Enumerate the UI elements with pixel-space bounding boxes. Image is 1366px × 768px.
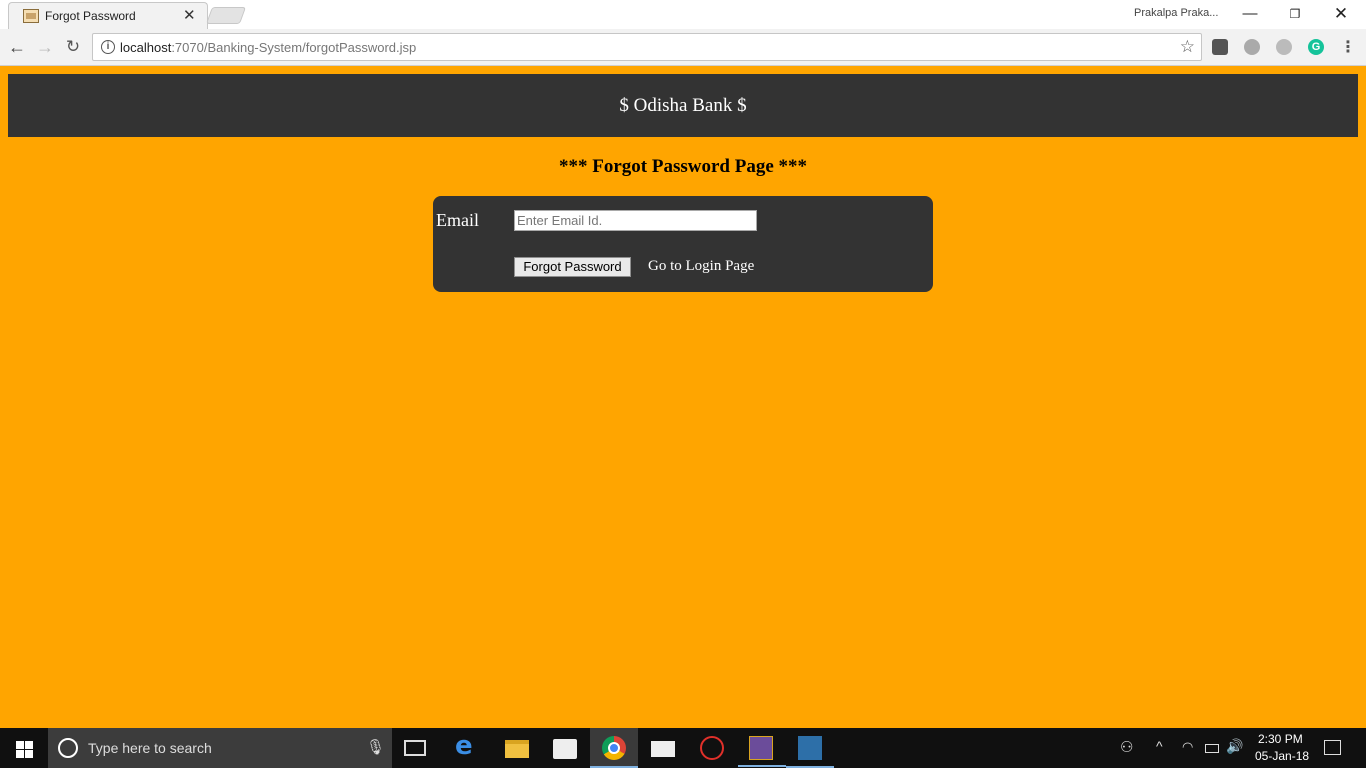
- info-icon[interactable]: i: [101, 40, 115, 54]
- url-host: localhost: [120, 40, 172, 55]
- profile-name[interactable]: Prakalpa Praka...: [1134, 7, 1218, 19]
- edge-icon[interactable]: e: [455, 731, 479, 761]
- clock-date[interactable]: 05-Jan-18: [1255, 749, 1309, 763]
- file-explorer-icon[interactable]: [505, 740, 529, 758]
- battery-icon[interactable]: [1205, 744, 1219, 753]
- extension-icon[interactable]: [1212, 39, 1228, 55]
- search-placeholder[interactable]: Type here to search: [88, 740, 212, 756]
- extension-icon[interactable]: [1276, 39, 1292, 55]
- windows-taskbar: Type here to search 🎙 e ⚇ ^ ◠ 🔊 2:30 PM …: [0, 728, 1366, 768]
- new-tab-button[interactable]: [205, 7, 247, 24]
- windows-logo-icon: [16, 750, 24, 758]
- notification-icon[interactable]: [1324, 740, 1341, 755]
- start-button[interactable]: [0, 728, 48, 768]
- windows-logo-icon: [25, 750, 33, 758]
- page-favicon-icon: [23, 9, 39, 23]
- menu-icon[interactable]: ⋮: [1340, 37, 1356, 57]
- back-icon[interactable]: ←: [7, 37, 27, 57]
- microphone-icon[interactable]: 🎙: [366, 738, 385, 756]
- grammarly-icon[interactable]: G: [1308, 39, 1324, 55]
- email-label: Email: [436, 210, 479, 230]
- app-icon[interactable]: [738, 736, 786, 767]
- close-window-button[interactable]: ✕: [1326, 3, 1356, 25]
- store-icon[interactable]: [553, 739, 577, 759]
- restore-button[interactable]: ❐: [1280, 3, 1310, 25]
- email-field[interactable]: [514, 210, 757, 231]
- browser-toolbar: ← → ↻ i localhost:7070/Banking-System/fo…: [0, 29, 1366, 87]
- windows-logo-icon: [25, 741, 33, 749]
- star-icon[interactable]: ☆: [1180, 37, 1195, 57]
- task-view-icon[interactable]: [404, 740, 426, 756]
- clock-time[interactable]: 2:30 PM: [1258, 732, 1303, 746]
- chrome-icon[interactable]: [590, 736, 638, 768]
- app-icon[interactable]: [786, 736, 834, 768]
- login-page-link[interactable]: Go to Login Page: [648, 258, 754, 275]
- app-icon[interactable]: [700, 736, 724, 760]
- taskbar-search[interactable]: Type here to search 🎙: [48, 728, 392, 768]
- volume-icon[interactable]: 🔊: [1226, 738, 1243, 755]
- windows-logo-icon: [16, 741, 24, 749]
- url-path: :7070/Banking-System/forgotPassword.jsp: [171, 40, 417, 55]
- page-title: *** Forgot Password Page ***: [558, 156, 808, 177]
- forgot-password-button[interactable]: Forgot Password: [514, 257, 631, 277]
- url-text[interactable]: localhost:7070/Banking-System/forgotPass…: [120, 40, 416, 55]
- mail-icon[interactable]: [651, 741, 675, 757]
- people-icon[interactable]: ⚇: [1120, 738, 1133, 756]
- tab-forgot-password[interactable]: Forgot Password ✕: [8, 2, 208, 29]
- reload-icon[interactable]: ↻: [63, 37, 83, 57]
- tab-close-icon[interactable]: ✕: [183, 6, 196, 24]
- forgot-password-form: Email Forgot Password Go to Login Page: [433, 196, 933, 292]
- cortana-icon[interactable]: [58, 738, 78, 758]
- wifi-icon[interactable]: ◠: [1182, 739, 1193, 755]
- tab-title: Forgot Password: [45, 9, 136, 23]
- minimize-button[interactable]: —: [1235, 3, 1265, 25]
- browser-tabstrip: Forgot Password ✕ Prakalpa Praka... — ❐ …: [0, 0, 1366, 29]
- address-bar[interactable]: i localhost:7070/Banking-System/forgotPa…: [92, 33, 1202, 61]
- site-header: $ Odisha Bank $: [8, 74, 1358, 137]
- page-body: $ Odisha Bank $ *** Forgot Password Page…: [0, 66, 1366, 728]
- extension-icon[interactable]: [1244, 39, 1260, 55]
- chevron-up-icon[interactable]: ^: [1156, 738, 1163, 754]
- forward-icon[interactable]: →: [35, 37, 55, 57]
